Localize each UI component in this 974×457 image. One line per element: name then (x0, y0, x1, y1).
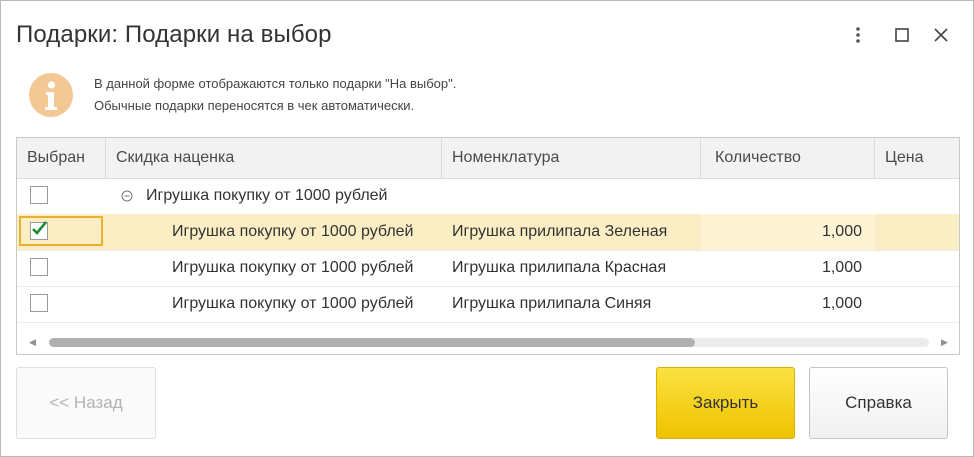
scroll-right-icon[interactable]: ▶ (941, 337, 948, 348)
checkbox-row-2[interactable] (30, 258, 48, 276)
horizontal-scrollbar[interactable]: ◀ ▶ (17, 334, 959, 352)
cell-discount: Игрушка покупку от 1000 рублей (172, 295, 414, 312)
table-row[interactable]: Игрушка покупку от 1000 рублей Игрушка п… (17, 214, 959, 251)
collapse-icon[interactable] (121, 178, 141, 214)
close-button[interactable]: Закрыть (656, 367, 795, 439)
info-text-line1: В данной форме отображаются только подар… (94, 76, 457, 91)
help-button[interactable]: Справка (809, 367, 948, 439)
cell-item: Игрушка прилипала Синяя (452, 295, 652, 312)
dialog-window: Подарки: Подарки на выбор В данной форме… (0, 0, 974, 457)
window-title: Подарки: Подарки на выбор (16, 21, 332, 48)
table-header: Выбран Скидка наценка Номенклатура Колич… (17, 138, 959, 179)
close-icon[interactable] (931, 25, 951, 45)
checkbox-row-3[interactable] (30, 294, 48, 312)
checkbox-row-1-checked[interactable] (30, 221, 48, 240)
gifts-table: Выбран Скидка наценка Номенклатура Колич… (16, 137, 960, 355)
cell-quantity: 1,000 (821, 295, 862, 312)
group-label: Игрушка покупку от 1000 рублей (146, 187, 388, 204)
table-group-row[interactable]: Игрушка покупку от 1000 рублей (17, 178, 959, 215)
column-header-price[interactable]: Цена (875, 138, 959, 178)
cell-price (875, 250, 959, 286)
cell-item: Игрушка прилипала Зеленая (452, 223, 668, 240)
cell-price (875, 214, 959, 250)
scroll-thumb[interactable] (49, 338, 695, 347)
more-icon[interactable] (848, 25, 868, 45)
scroll-left-icon[interactable]: ◀ (29, 337, 36, 348)
maximize-icon[interactable] (892, 25, 912, 45)
back-button[interactable]: << Назад (16, 367, 156, 439)
column-header-quantity[interactable]: Количество (701, 138, 875, 178)
cell-item: Игрушка прилипала Красная (452, 259, 667, 276)
checkbox-group[interactable] (30, 186, 48, 204)
column-header-discount[interactable]: Скидка наценка (106, 138, 442, 178)
column-header-selected[interactable]: Выбран (17, 138, 106, 178)
cell-discount: Игрушка покупку от 1000 рублей (172, 223, 414, 240)
info-icon (29, 73, 73, 117)
table-row[interactable]: Игрушка покупку от 1000 рублей Игрушка п… (17, 286, 959, 323)
column-header-item[interactable]: Номенклатура (442, 138, 701, 178)
cell-quantity: 1,000 (821, 259, 862, 276)
info-text-line2: Обычные подарки переносятся в чек автома… (94, 98, 415, 113)
cell-price (875, 286, 959, 322)
cell-quantity: 1,000 (701, 214, 875, 250)
table-row[interactable]: Игрушка покупку от 1000 рублей Игрушка п… (17, 250, 959, 287)
cell-discount: Игрушка покупку от 1000 рублей (172, 259, 414, 276)
